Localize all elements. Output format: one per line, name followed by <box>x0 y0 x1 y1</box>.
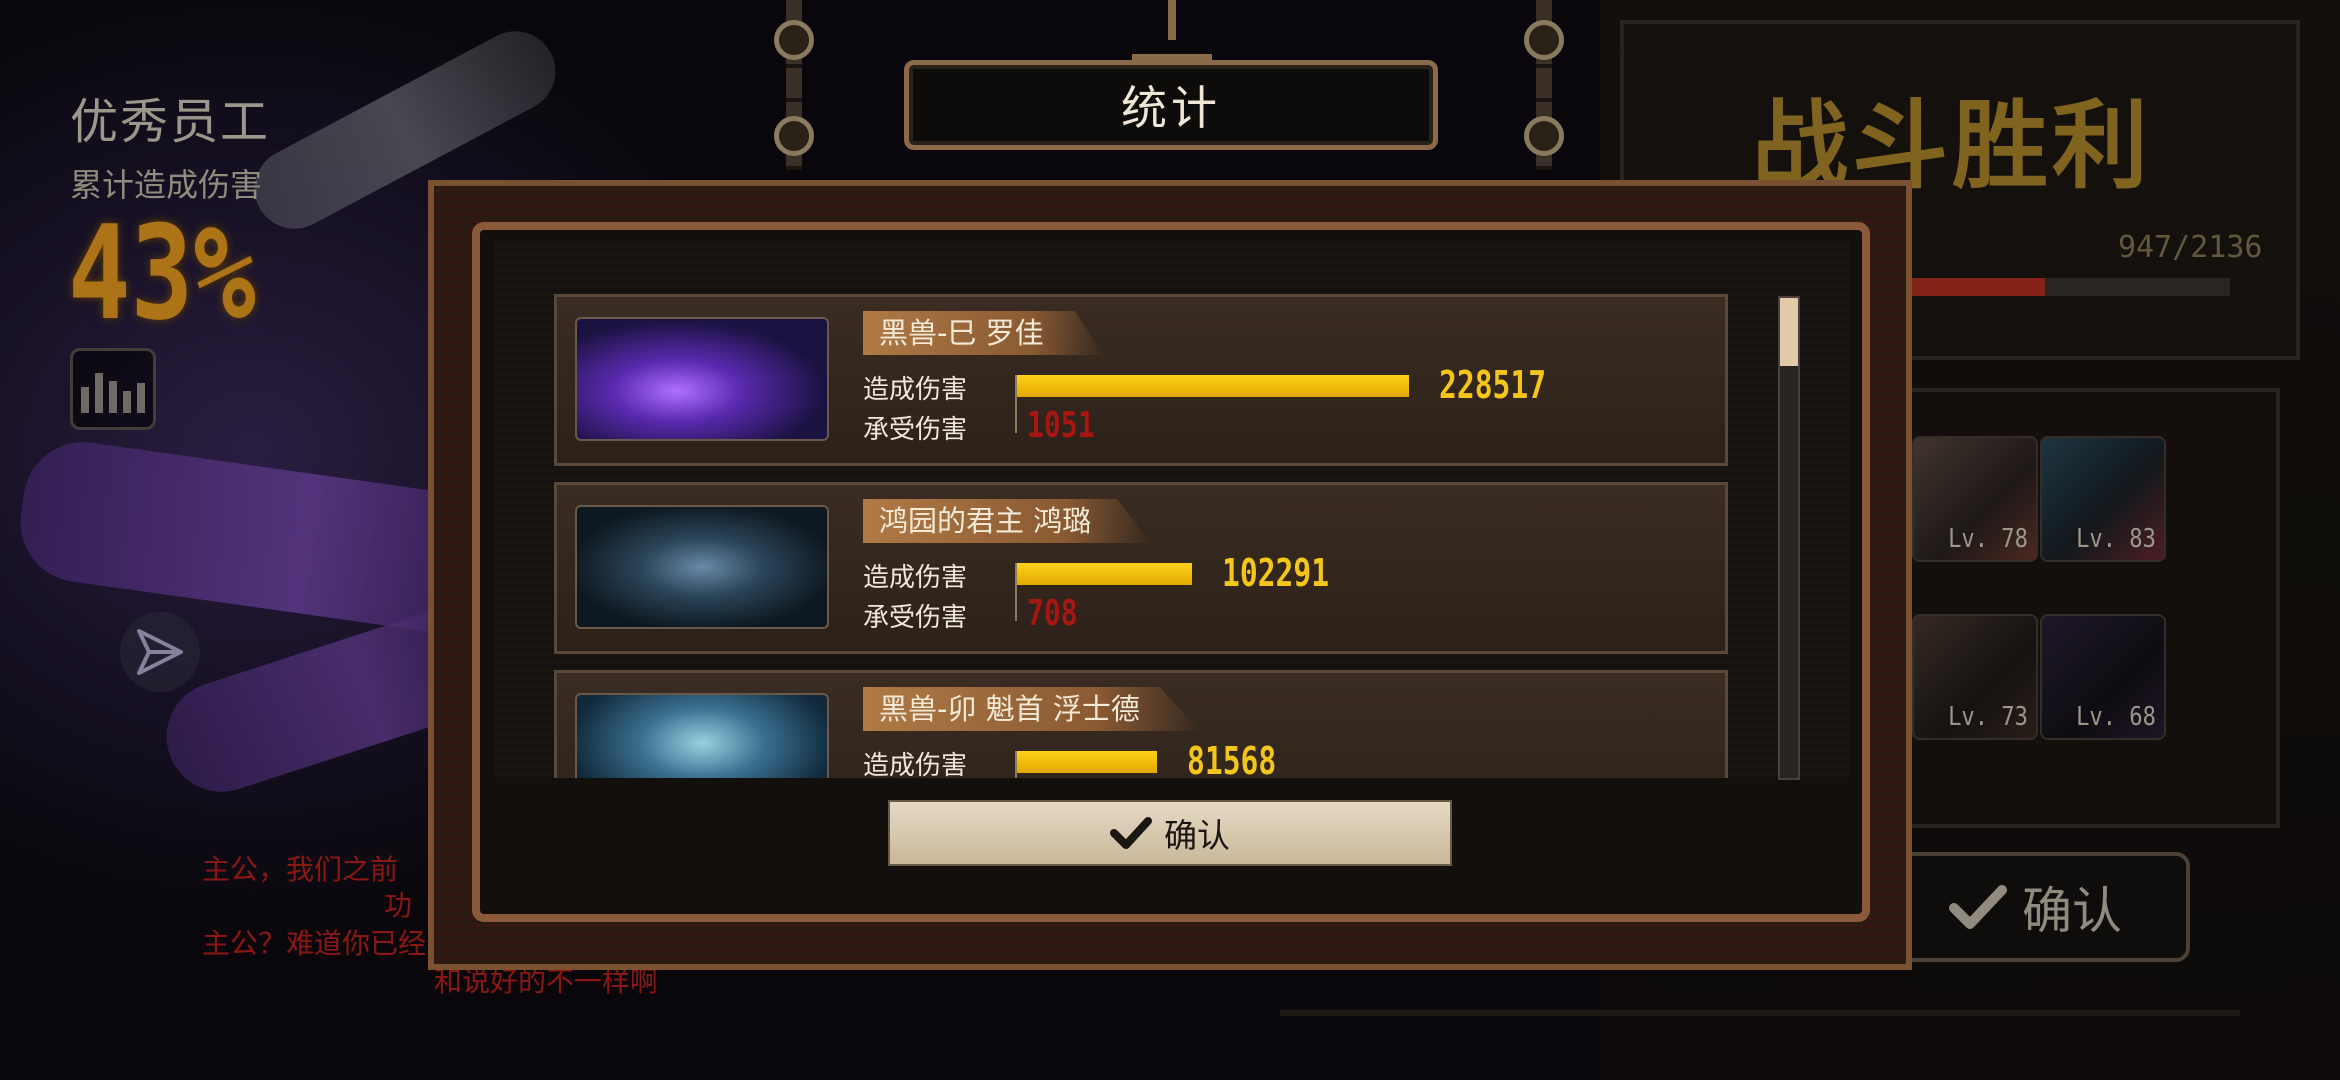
hero-name: 鸿园的君主 鸿璐 <box>863 499 1152 543</box>
damage-taken-value: 1051 <box>1027 405 1095 446</box>
scrollbar-thumb[interactable] <box>1780 298 1798 366</box>
hero-portrait <box>575 693 829 778</box>
damage-dealt-value: 81568 <box>1187 739 1277 778</box>
damage-taken-label: 承受伤害 <box>863 415 968 445</box>
damage-taken-label: 承受伤害 <box>863 603 968 633</box>
damage-dealt-label: 造成伤害 <box>863 751 968 778</box>
damage-dealt-label: 造成伤害 <box>863 563 968 593</box>
checkmark-icon <box>1110 817 1152 849</box>
hero-portrait <box>575 505 829 629</box>
damage-dealt-label: 造成伤害 <box>863 375 968 405</box>
modal-title-bar: 统计 <box>904 60 1438 150</box>
modal-confirm-button[interactable]: 确认 <box>888 800 1452 866</box>
ring-decoration <box>774 116 814 156</box>
stats-row: 黑兽-巳 罗佳 造成伤害 承受伤害 228517 1051 <box>554 294 1728 466</box>
stats-row: 鸿园的君主 鸿璐 造成伤害 承受伤害 102291 708 <box>554 482 1728 654</box>
damage-dealt-value: 102291 <box>1222 551 1330 595</box>
hero-name: 黑兽-卯 魁首 浮士德 <box>863 687 1200 731</box>
hero-portrait <box>575 317 829 441</box>
stats-scrollbar[interactable] <box>1778 296 1800 780</box>
stats-list[interactable]: 黑兽-巳 罗佳 造成伤害 承受伤害 228517 1051 鸿园的君主 鸿璐 造… <box>494 240 1850 778</box>
stats-row: 黑兽-卯 魁首 浮士德 造成伤害 承受伤害 81568 <box>554 670 1728 778</box>
damage-bar <box>1017 751 1157 773</box>
hero-name: 黑兽-巳 罗佳 <box>863 311 1104 355</box>
modal-title: 统计 <box>1121 81 1221 135</box>
ring-decoration <box>774 20 814 60</box>
modal-confirm-label: 确认 <box>1164 816 1230 855</box>
damage-bar <box>1017 375 1409 397</box>
ring-decoration <box>1524 116 1564 156</box>
title-hook-decoration <box>1132 0 1212 62</box>
damage-dealt-value: 228517 <box>1439 363 1547 407</box>
damage-taken-value: 708 <box>1027 593 1078 634</box>
ring-decoration <box>1524 20 1564 60</box>
damage-bar <box>1017 563 1192 585</box>
